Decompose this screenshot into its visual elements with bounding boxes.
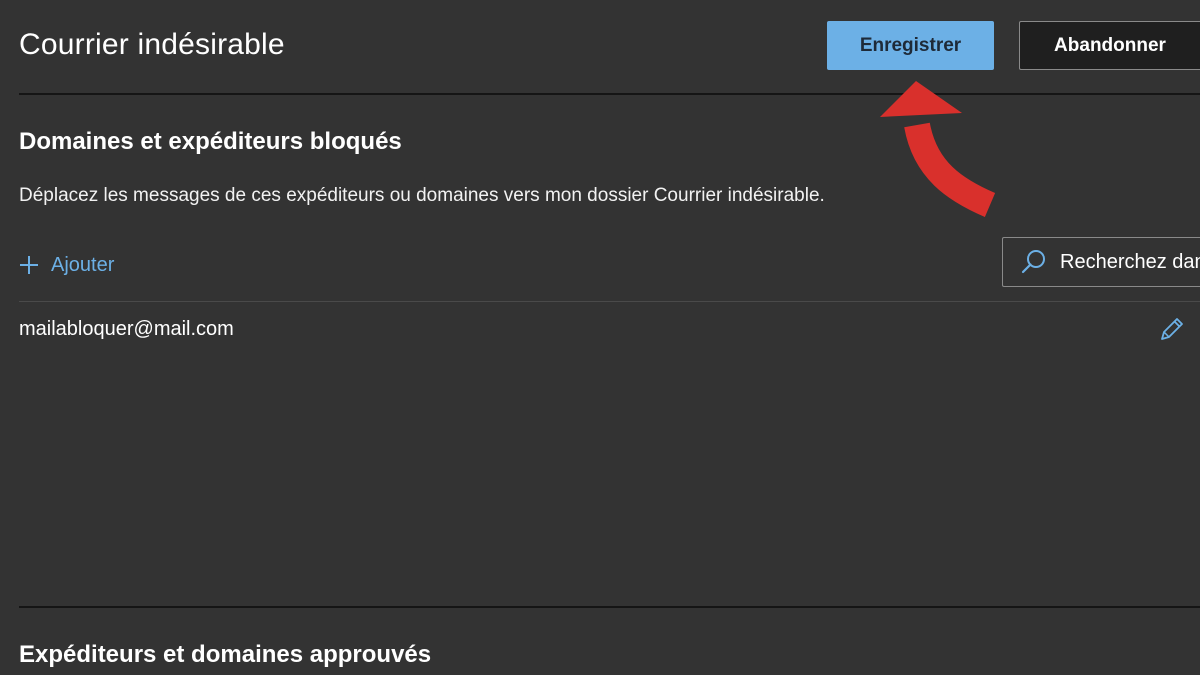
- blocked-section-title: Domaines et expéditeurs bloqués: [19, 128, 402, 155]
- search-icon: [1020, 248, 1048, 276]
- approved-section-title: Expéditeurs et domaines approuvés: [19, 641, 432, 668]
- save-button[interactable]: Enregistrer: [827, 21, 994, 70]
- header-divider: [19, 93, 1200, 95]
- search-input[interactable]: Recherchez dans: [1002, 237, 1200, 287]
- blocked-sender-item: mailabloquer@mail.com: [19, 318, 234, 340]
- page-title: Courrier indésirable: [19, 28, 285, 61]
- discard-button[interactable]: Abandonner: [1019, 21, 1200, 70]
- blocked-section-description: Déplacez les messages de ces expéditeurs…: [19, 185, 825, 206]
- add-blocked-sender-button[interactable]: Ajouter: [19, 250, 114, 280]
- plus-icon: [19, 255, 39, 275]
- pencil-icon[interactable]: [1157, 314, 1187, 344]
- junk-email-settings-panel: Courrier indésirable Enregistrer Abandon…: [0, 0, 1200, 675]
- search-placeholder: Recherchez dans: [1060, 250, 1200, 273]
- section-divider: [19, 606, 1200, 608]
- add-label: Ajouter: [51, 253, 115, 276]
- list-divider: [19, 301, 1200, 302]
- red-curved-arrow-icon: [880, 81, 996, 217]
